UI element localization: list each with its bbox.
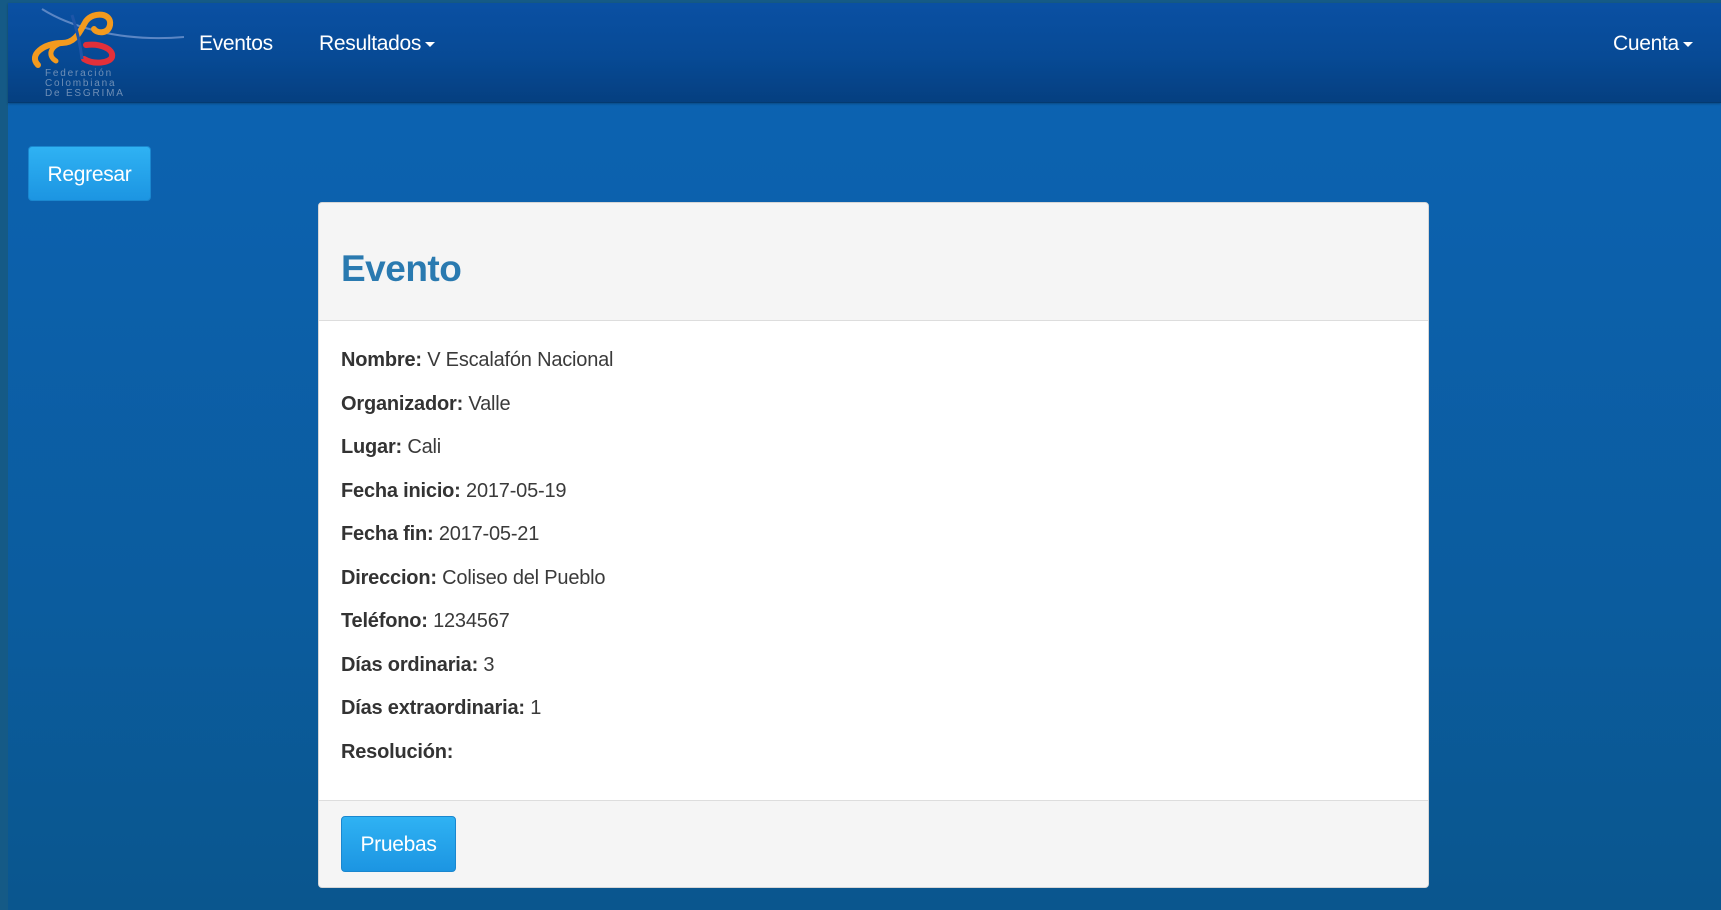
navbar: Federación Colombiana De ESGRIMA Eventos… — [8, 3, 1721, 103]
field-label: Nombre: — [341, 349, 422, 371]
event-panel: Evento Nombre: V Escalafón Nacional Orga… — [318, 202, 1429, 888]
field-label: Direccion: — [341, 566, 437, 589]
field-label: Organizador: — [341, 392, 464, 415]
pruebas-button[interactable]: Pruebas — [341, 816, 456, 872]
field-direccion: Direccion: Coliseo del Pueblo — [341, 564, 1401, 608]
field-value: 1234567 — [433, 610, 510, 632]
field-dias-ordinaria: Días ordinaria: 3 — [341, 651, 1401, 695]
panel-heading: Evento — [319, 203, 1428, 321]
field-value: 1 — [530, 697, 542, 719]
nav-link-eventos[interactable]: Eventos — [199, 29, 273, 59]
field-organizador: Organizador: Valle — [341, 390, 1401, 434]
caret-down-icon — [1682, 41, 1693, 47]
field-value: 2017-05-19 — [466, 479, 567, 502]
field-lugar: Lugar: Cali — [341, 433, 1401, 477]
field-label: Días ordinaria: — [341, 653, 479, 676]
field-label: Días extraordinaria: — [341, 697, 525, 719]
panel-footer: Pruebas — [319, 800, 1428, 887]
field-label: Resolución: — [341, 740, 454, 763]
nav-link-label: Eventos — [199, 32, 273, 55]
field-telefono: Teléfono: 1234567 — [341, 607, 1401, 651]
nav-dropdown-cuenta[interactable]: Cuenta — [1613, 29, 1693, 59]
page-title: Evento — [341, 248, 462, 289]
field-label: Fecha inicio: — [341, 479, 461, 502]
field-value: 3 — [483, 653, 495, 676]
caret-down-icon — [425, 41, 436, 47]
field-dias-extraordinaria: Días extraordinaria: 1 — [341, 694, 1401, 738]
nav-link-label: Cuenta — [1613, 32, 1679, 55]
federation-logo[interactable]: Federación Colombiana De ESGRIMA — [24, 3, 185, 102]
field-value: V Escalafón Nacional — [427, 349, 614, 371]
field-fecha-inicio: Fecha inicio: 2017-05-19 — [341, 477, 1401, 521]
field-value: Coliseo del Pueblo — [442, 566, 606, 589]
field-label: Lugar: — [341, 436, 403, 458]
back-button[interactable]: Regresar — [28, 146, 151, 201]
field-nombre: Nombre: V Escalafón Nacional — [341, 346, 1401, 390]
field-label: Teléfono: — [341, 610, 428, 632]
field-label: Fecha fin: — [341, 523, 434, 545]
field-value: Valle — [468, 392, 511, 415]
app-frame: Federación Colombiana De ESGRIMA Eventos… — [8, 3, 1721, 910]
field-resolucion: Resolución: — [341, 738, 1401, 782]
field-value: 2017-05-21 — [438, 523, 540, 545]
field-value: Cali — [407, 436, 442, 458]
nav-dropdown-resultados[interactable]: Resultados — [319, 29, 436, 59]
logo-text: Federación Colombiana De ESGRIMA — [45, 68, 125, 99]
field-fecha-fin: Fecha fin: 2017-05-21 — [341, 520, 1401, 564]
nav-link-label: Resultados — [319, 32, 422, 55]
event-details: Nombre: V Escalafón Nacional Organizador… — [341, 346, 1401, 781]
